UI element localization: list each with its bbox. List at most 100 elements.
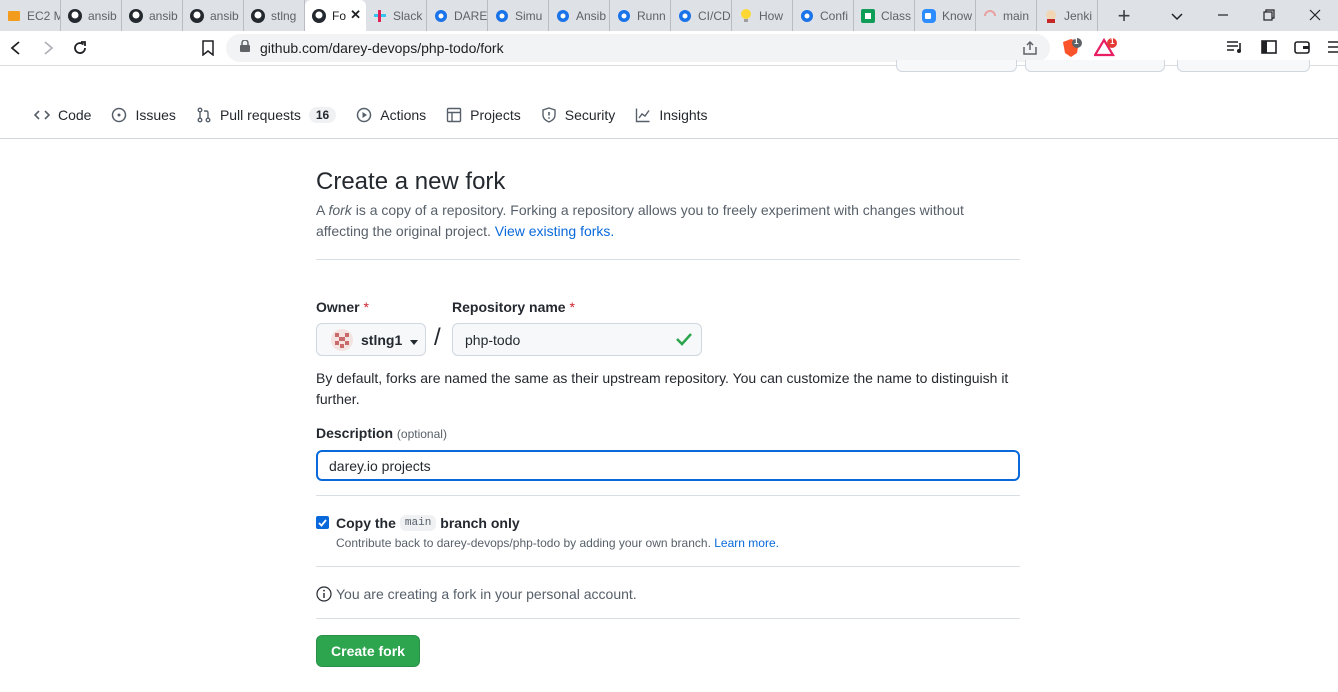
github-icon	[67, 8, 83, 24]
repo-name-label: Repository name *	[452, 299, 575, 315]
browser-tab[interactable]: Runn	[610, 0, 671, 31]
github-icon	[128, 8, 144, 24]
loading-icon	[982, 8, 998, 24]
tab-pull-requests[interactable]: Pull requests 16	[186, 99, 346, 131]
browser-tab[interactable]: ansib	[61, 0, 122, 31]
lightbulb-icon	[738, 8, 754, 24]
personal-account-note: You are creating a fork in your personal…	[316, 586, 637, 602]
copy-hint-text: Contribute back to darey-devops/php-todo…	[336, 536, 711, 550]
browser-tab[interactable]: Confi	[793, 0, 854, 31]
tab-actions[interactable]: Actions	[346, 99, 436, 131]
checkmark-icon	[318, 518, 327, 527]
tab-projects[interactable]: Projects	[436, 99, 531, 131]
browser-tab[interactable]: Ansib	[549, 0, 610, 31]
description-label: Description (optional)	[316, 425, 447, 441]
fork-button-partial[interactable]	[1025, 60, 1165, 72]
jenkins-icon	[1043, 8, 1059, 24]
darey-icon	[677, 8, 693, 24]
tab-actions-label: Actions	[380, 107, 427, 123]
darey-icon	[799, 8, 815, 24]
owner-dropdown[interactable]: stlng1	[316, 323, 426, 356]
wallet-icon[interactable]	[1294, 40, 1310, 54]
back-icon[interactable]	[0, 34, 32, 62]
close-tab-icon[interactable]: ✕	[350, 7, 361, 23]
owner-label-text: Owner	[316, 299, 360, 315]
learn-more-link[interactable]: Learn more.	[714, 536, 779, 550]
brave-rewards-icon[interactable]: 1	[1094, 37, 1118, 59]
watch-button-partial[interactable]	[896, 60, 1017, 72]
owner-repo-separator: /	[434, 324, 441, 351]
tab-search-icon[interactable]	[1154, 8, 1200, 24]
share-icon[interactable]	[1022, 40, 1038, 61]
playlist-icon[interactable]	[1226, 40, 1244, 54]
tab-security-label: Security	[564, 107, 616, 123]
bookmark-icon[interactable]	[192, 34, 224, 62]
divider	[316, 495, 1020, 496]
browser-tab[interactable]: Know	[915, 0, 976, 31]
description-input[interactable]	[316, 450, 1020, 481]
browser-tab[interactable]: ansib	[183, 0, 244, 31]
owner-label: Owner *	[316, 299, 369, 315]
repo-header: Code Issues Pull requests 16 Actions Pro…	[0, 60, 1338, 139]
browser-tab[interactable]: EC2 M	[0, 0, 61, 31]
sidebar-icon[interactable]	[1261, 40, 1277, 54]
browser-tab[interactable]: Simu	[488, 0, 549, 31]
star-button-partial[interactable]	[1177, 60, 1310, 72]
slack-icon	[372, 8, 388, 24]
tab-issues[interactable]: Issues	[101, 99, 185, 131]
description-label-text: Description	[316, 425, 394, 441]
github-icon	[250, 8, 266, 24]
browser-tab[interactable]: DARE	[427, 0, 488, 31]
branch-name-chip: main	[399, 515, 437, 531]
browser-tab[interactable]: Class	[854, 0, 915, 31]
tab-pull-requests-label: Pull requests	[219, 107, 301, 123]
restore-icon[interactable]	[1246, 8, 1292, 24]
browser-tab[interactable]: Slack	[366, 0, 427, 31]
menu-icon[interactable]	[1327, 40, 1338, 54]
divider	[316, 259, 1020, 260]
naming-hint: By default, forks are named the same as …	[316, 370, 1009, 407]
fork-intro: A fork is a copy of a repository. Forkin…	[316, 200, 996, 242]
browser-tab[interactable]: How	[732, 0, 793, 31]
minimize-icon[interactable]	[1200, 8, 1246, 24]
divider	[316, 566, 1020, 567]
tab-insights[interactable]: Insights	[625, 99, 717, 131]
intro-em: fork	[328, 202, 352, 218]
url-text[interactable]: github.com/darey-devops/php-todo/fork	[260, 40, 504, 56]
avatar	[331, 328, 353, 351]
code-icon	[34, 110, 50, 120]
github-icon	[189, 8, 205, 24]
forward-icon[interactable]	[32, 34, 64, 62]
info-icon	[316, 586, 332, 602]
intro-rest: is a copy of a repository. Forking a rep…	[316, 202, 964, 239]
create-fork-button[interactable]: Create fork	[316, 635, 420, 667]
view-existing-forks-link[interactable]: View existing forks.	[495, 223, 615, 239]
new-tab-button[interactable]: +	[1106, 0, 1142, 31]
repo-label-text: Repository name	[452, 299, 566, 315]
browser-tab[interactable]: main	[976, 0, 1037, 31]
tab-code-label: Code	[58, 107, 92, 123]
personal-note-text: You are creating a fork in your personal…	[336, 586, 637, 602]
reload-icon[interactable]	[64, 34, 96, 62]
tab-projects-label: Projects	[470, 107, 521, 123]
brave-shields-icon[interactable]: 1	[1060, 37, 1082, 59]
divider	[316, 618, 1020, 619]
close-window-icon[interactable]	[1292, 8, 1338, 24]
copy-hint: Contribute back to darey-devops/php-todo…	[336, 536, 779, 550]
copy-prefix: Copy the	[336, 515, 396, 531]
darey-icon	[616, 8, 632, 24]
browser-tab[interactable]: stlng	[244, 0, 305, 31]
browser-tab-active[interactable]: Fo ✕	[305, 0, 366, 31]
tab-code[interactable]: Code	[24, 99, 101, 131]
browser-tab[interactable]: CI/CD	[671, 0, 732, 31]
repository-name-input[interactable]	[452, 323, 702, 356]
required-mark: *	[363, 299, 369, 315]
browser-tab[interactable]: Jenki	[1037, 0, 1098, 31]
browser-tab[interactable]: ansib	[122, 0, 183, 31]
copy-main-branch-checkbox[interactable]	[316, 516, 329, 529]
page-title: Create a new fork	[316, 168, 506, 195]
address-bar[interactable]: github.com/darey-devops/php-todo/fork	[226, 34, 1050, 62]
copy-branch-label[interactable]: Copy the main branch only	[336, 515, 520, 531]
tab-security[interactable]: Security	[531, 99, 626, 131]
shield-icon	[542, 107, 556, 123]
